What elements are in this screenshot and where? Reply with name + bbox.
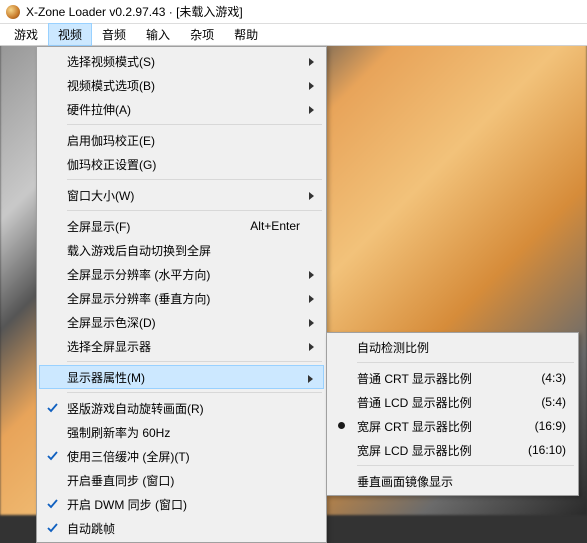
submenu-label: 普通 CRT 显示器比例 (357, 370, 472, 387)
submenu-label: 垂直画面镜像显示 (357, 473, 453, 490)
submenu-ratio: (5:4) (541, 395, 566, 409)
menu-item-label: 硬件拉伸(A) (67, 101, 131, 118)
submenu-item[interactable]: 宽屏 CRT 显示器比例 (16:9) (329, 414, 576, 438)
check-icon (46, 401, 59, 417)
radio-selected-icon (338, 422, 345, 429)
menu-item-label: 竖版游戏自动旋转画面(R) (67, 400, 204, 417)
app-icon (6, 5, 20, 19)
menu-item[interactable]: 开启垂直同步 (窗口) (39, 468, 324, 492)
menu-item-label: 强制刷新率为 60Hz (67, 424, 170, 441)
menu-item[interactable]: 全屏显示分辨率 (水平方向) (39, 262, 324, 286)
submenu-item-auto[interactable]: 自动检测比例 (329, 335, 576, 359)
window-title: X-Zone Loader v0.2.97.43 · [未载入游戏] (26, 3, 243, 20)
separator (67, 210, 322, 211)
submenu-label: 宽屏 LCD 显示器比例 (357, 442, 472, 459)
menu-item-label: 开启垂直同步 (窗口) (67, 472, 174, 489)
menu-游戏[interactable]: 游戏 (4, 23, 48, 46)
submenu-item[interactable]: 普通 LCD 显示器比例 (5:4) (329, 390, 576, 414)
submenu-item[interactable]: 普通 CRT 显示器比例 (4:3) (329, 366, 576, 390)
monitor-props-submenu: 自动检测比例普通 CRT 显示器比例 (4:3) 普通 LCD 显示器比例 (5:4)… (326, 332, 579, 496)
menu-item[interactable]: 全屏显示(F) Alt+Enter (39, 214, 324, 238)
menu-item[interactable]: 显示器属性(M) (39, 365, 324, 389)
menu-item[interactable]: 自动跳帧 (39, 516, 324, 540)
submenu-label: 普通 LCD 显示器比例 (357, 394, 472, 411)
menu-item[interactable]: 载入游戏后自动切换到全屏 (39, 238, 324, 262)
check-icon (46, 449, 59, 465)
menu-item[interactable]: 全屏显示分辨率 (垂直方向) (39, 286, 324, 310)
menu-item-label: 伽玛校正设置(G) (67, 156, 156, 173)
menu-输入[interactable]: 输入 (136, 23, 180, 46)
chevron-right-icon (308, 293, 316, 307)
menu-视频[interactable]: 视频 (48, 23, 92, 46)
submenu-label: 自动检测比例 (357, 339, 429, 356)
menu-item[interactable]: 硬件拉伸(A) (39, 97, 324, 121)
menu-item[interactable]: 强制刷新率为 60Hz (39, 420, 324, 444)
menu-杂项[interactable]: 杂项 (180, 23, 224, 46)
chevron-right-icon (308, 104, 316, 118)
chevron-right-icon (308, 317, 316, 331)
check-icon (46, 497, 59, 513)
separator (67, 179, 322, 180)
separator (67, 361, 322, 362)
menu-item[interactable]: 选择视频模式(S) (39, 49, 324, 73)
menu-item[interactable]: 窗口大小(W) (39, 183, 324, 207)
submenu-ratio: (4:3) (541, 371, 566, 385)
menu-item[interactable]: 全屏显示色深(D) (39, 310, 324, 334)
menu-item[interactable]: 使用三倍缓冲 (全屏)(T) (39, 444, 324, 468)
menu-item-label: 开启 DWM 同步 (窗口) (67, 496, 187, 513)
menu-item-label: 视频模式选项(B) (67, 77, 155, 94)
menu-帮助[interactable]: 帮助 (224, 23, 268, 46)
menu-item[interactable]: 选择全屏显示器 (39, 334, 324, 358)
separator (357, 465, 574, 466)
menu-item-label: 载入游戏后自动切换到全屏 (67, 242, 211, 259)
menu-item-label: 使用三倍缓冲 (全屏)(T) (67, 448, 190, 465)
menu-音频[interactable]: 音频 (92, 23, 136, 46)
menu-item-label: 全屏显示分辨率 (垂直方向) (67, 290, 210, 307)
chevron-right-icon (308, 269, 316, 283)
title-bar: X-Zone Loader v0.2.97.43 · [未载入游戏] (0, 0, 587, 24)
menu-item-label: 全屏显示分辨率 (水平方向) (67, 266, 210, 283)
menu-item-label: 窗口大小(W) (67, 187, 134, 204)
chevron-right-icon (307, 373, 315, 387)
menu-item-label: 显示器属性(M) (67, 369, 145, 386)
menu-item-label: 全屏显示色深(D) (67, 314, 156, 331)
menu-item-label: 自动跳帧 (67, 520, 115, 537)
submenu-ratio: (16:9) (535, 419, 566, 433)
separator (357, 362, 574, 363)
submenu-item-mirror[interactable]: 垂直画面镜像显示 (329, 469, 576, 493)
separator (67, 392, 322, 393)
submenu-ratio: (16:10) (528, 443, 566, 457)
menu-item[interactable]: 视频模式选项(B) (39, 73, 324, 97)
menu-item[interactable]: 开启 DWM 同步 (窗口) (39, 492, 324, 516)
menu-item-label: 启用伽玛校正(E) (67, 132, 155, 149)
separator (67, 124, 322, 125)
menu-item-label: 全屏显示(F) (67, 218, 130, 235)
menu-item-label: 选择全屏显示器 (67, 338, 151, 355)
menu-item-label: 选择视频模式(S) (67, 53, 155, 70)
chevron-right-icon (308, 341, 316, 355)
chevron-right-icon (308, 190, 316, 204)
menu-item[interactable]: 竖版游戏自动旋转画面(R) (39, 396, 324, 420)
menu-bar: 游戏视频音频输入杂项帮助 (0, 24, 587, 46)
menu-item[interactable]: 伽玛校正设置(G) (39, 152, 324, 176)
check-icon (46, 521, 59, 537)
menu-item[interactable]: 启用伽玛校正(E) (39, 128, 324, 152)
menu-shortcut: Alt+Enter (250, 219, 300, 233)
chevron-right-icon (308, 80, 316, 94)
submenu-item[interactable]: 宽屏 LCD 显示器比例 (16:10) (329, 438, 576, 462)
chevron-right-icon (308, 56, 316, 70)
video-menu-dropdown: 选择视频模式(S) 视频模式选项(B) 硬件拉伸(A) 启用伽玛校正(E) 伽玛校正设置… (36, 46, 327, 543)
submenu-label: 宽屏 CRT 显示器比例 (357, 418, 472, 435)
